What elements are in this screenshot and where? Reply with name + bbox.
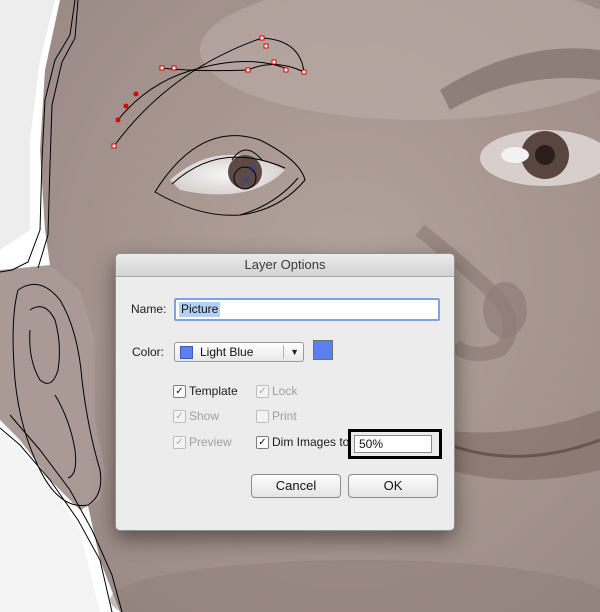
select-divider xyxy=(283,345,284,359)
ok-button[interactable]: OK xyxy=(348,474,438,498)
template-label: Template xyxy=(189,384,238,398)
color-label: Color: xyxy=(132,345,165,359)
print-label: Print xyxy=(272,409,297,423)
show-checkbox[interactable]: ✓ xyxy=(173,410,186,423)
show-label: Show xyxy=(189,409,220,423)
dim-images-highlight: 50% xyxy=(348,429,442,459)
dim-images-label: Dim Images to: xyxy=(272,435,353,449)
lock-label: Lock xyxy=(272,384,298,398)
layer-name-input[interactable]: Picture xyxy=(174,298,440,321)
preview-label: Preview xyxy=(189,435,232,449)
name-label: Name: xyxy=(131,302,167,316)
chevron-down-icon: ▼ xyxy=(290,347,299,357)
dialog-title: Layer Options xyxy=(116,254,454,277)
layer-options-dialog: Layer Options Name: Picture Color: Light… xyxy=(115,253,455,531)
right-eye-highlight xyxy=(501,147,529,163)
lock-checkbox[interactable]: ✓ xyxy=(256,385,269,398)
color-swatch-button[interactable] xyxy=(313,340,333,360)
print-checkbox[interactable] xyxy=(256,410,269,423)
left-iris xyxy=(228,155,262,189)
color-select[interactable]: Light Blue ▼ xyxy=(174,342,304,362)
dim-images-checkbox[interactable]: ✓ xyxy=(256,436,269,449)
preview-checkbox[interactable]: ✓ xyxy=(173,436,186,449)
dim-images-percent-input[interactable]: 50% xyxy=(354,435,432,453)
color-select-value: Light Blue xyxy=(200,345,254,359)
cancel-button[interactable]: Cancel xyxy=(251,474,341,498)
color-select-swatch xyxy=(180,346,193,359)
right-pupil xyxy=(535,145,555,165)
layer-name-value: Picture xyxy=(179,302,221,317)
nostril xyxy=(483,282,527,338)
template-checkbox[interactable]: ✓ xyxy=(173,385,186,398)
